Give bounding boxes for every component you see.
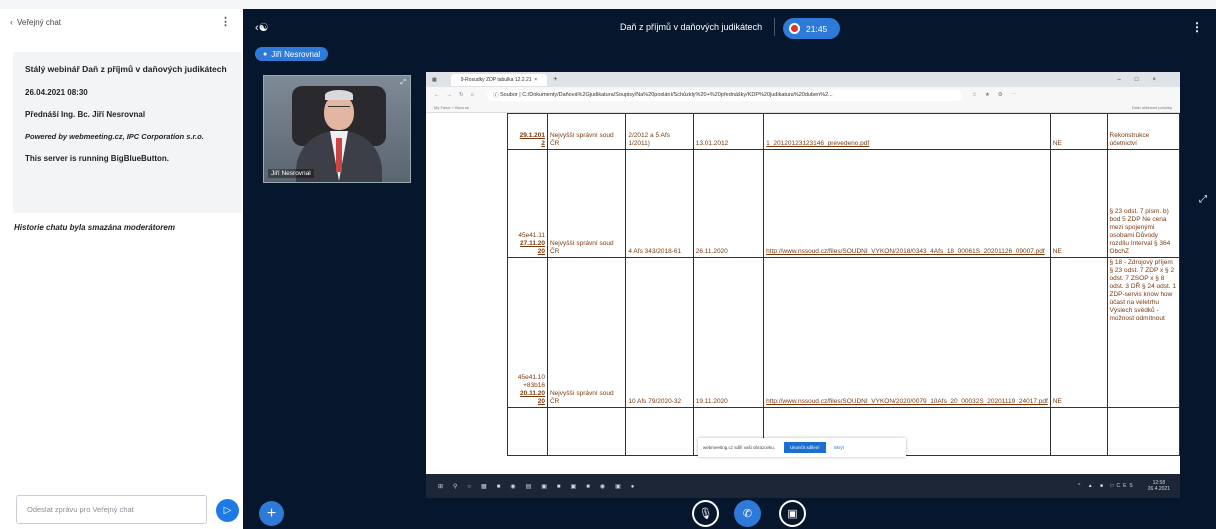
- audio-button[interactable]: ✆: [734, 500, 761, 527]
- table-cell: § 18 - Zdrojový příjem § 23 odst. 7 ZDP …: [1106, 257, 1180, 408]
- recording-indicator[interactable]: 21:45: [783, 18, 840, 39]
- welcome-powered: Powered by webmeeting.cz, IPC Corporatio…: [25, 132, 204, 141]
- mute-button[interactable]: 🎙: [692, 500, 719, 527]
- table-cell: 2/2012 a 5 Afs 1/2011): [625, 113, 694, 150]
- table-cell: 13.01.2012: [692, 113, 765, 150]
- recording-time: 21:45: [806, 23, 828, 34]
- taskbar-app-icons: ⊞⚲○▦■◉▤▣■▣■◉▣●: [438, 483, 645, 490]
- table-row: 45e41.10 +83b16 20.11.20 20 Nejvyšší správ…: [507, 257, 1180, 408]
- talking-indicator: ● Jiří Nesrovnal: [255, 47, 329, 61]
- browser-bookmarks: My Favor + Bora se Další oblíbené položk…: [426, 103, 1180, 113]
- window-controls: –□×: [1117, 76, 1170, 83]
- chevron-left-icon[interactable]: ‹: [10, 17, 13, 27]
- table-cell: 45e41.11 27.11.20 20: [507, 149, 548, 258]
- phone-icon: ✆: [742, 508, 753, 520]
- table-cell: [1106, 407, 1180, 456]
- welcome-date: 26.04.2021 08:30: [25, 88, 88, 97]
- fullscreen-icon[interactable]: ⤢: [1199, 194, 1207, 205]
- table-cell: Rekonstrukce účetnictví: [1106, 113, 1180, 150]
- table-cell: 1_20120123123146_prevedeno.pdf: [763, 113, 1051, 150]
- stop-sharing-button: Ukončit sdílení: [784, 442, 826, 453]
- table-cell: 26.11.2020: [692, 149, 765, 258]
- expand-icon[interactable]: ⤢: [400, 79, 406, 87]
- browser-scheme: Soubor: [499, 92, 518, 98]
- record-dot-icon: [789, 23, 800, 34]
- new-tab-icon: +: [553, 76, 558, 83]
- table-cell: 29.1.201 2: [507, 113, 548, 150]
- browser-tab-title: 9-Rosudky ZDP tabulka 12.2.21: [460, 76, 532, 83]
- browser-url: ⓘ Soubor | C:/Dokumenty/Daňová%2Gjudikat…: [486, 89, 962, 101]
- table-cell: [507, 407, 548, 456]
- table-cell: http://www.nssoud.cz/files/SOUDNI_VYKON/…: [763, 149, 1051, 258]
- chat-header: ‹ Veřejný chat ⋮: [0, 9, 243, 35]
- webcam-person-glasses: [328, 106, 350, 110]
- camera-off-icon: ▣: [787, 508, 798, 520]
- header-separator: [774, 18, 775, 36]
- bookmark-right: Další oblíbené položky: [1131, 105, 1172, 110]
- mic-muted-icon: 🎙: [698, 508, 713, 520]
- judgments-table: 29.1.201 2 Nejvyšší správní soud ČR 2/201…: [507, 113, 1180, 456]
- browser-tabbar: ▦ 9-Rosudky ZDP tabulka 12.2.21 × + –□×: [426, 72, 1180, 87]
- hide-notice-link: Skrýt: [833, 445, 844, 450]
- talker-name: Jiří Nesrovnal: [271, 49, 321, 59]
- chat-options-icon[interactable]: ⋮: [220, 15, 231, 28]
- browser-extension-icons: ☆★⚙⋯: [971, 92, 1025, 98]
- table-cell: NE: [1049, 149, 1108, 258]
- browser-nav-icons: ←→↻⌂: [434, 92, 481, 98]
- webcam-person-tie: [336, 138, 342, 172]
- taskbar-clock: 12:58 26.4.2021: [1147, 480, 1170, 492]
- welcome-message: Stálý webinář Daň z příjmů v daňových ju…: [13, 52, 242, 213]
- plus-icon: +: [266, 504, 277, 522]
- shared-screen: ▦ 9-Rosudky ZDP tabulka 12.2.21 × + –□× …: [426, 72, 1180, 498]
- welcome-presenter: Přednáší Ing. Bc. Jiří Nesrovnal: [25, 110, 146, 119]
- tray-icon: ^ ▲ ■ □CES: [1077, 483, 1136, 489]
- welcome-title: Stálý webinář Daň z příjmů v daňových ju…: [25, 64, 227, 74]
- webcam-name: Jiří Nesrovnal: [268, 169, 314, 178]
- table-cell: [546, 407, 627, 456]
- table-cell: 19.11.2020: [692, 257, 765, 408]
- browser-address: C:/Dokumenty/Daňová%2Gjudikatura/Soupisy…: [522, 92, 833, 98]
- chat-cleared-notice: Historie chatu byla smazána moderátorem: [14, 223, 175, 232]
- table-cell: Nejvyšší správní soud ČR: [546, 257, 627, 408]
- send-button[interactable]: ▷: [216, 499, 239, 522]
- browser-addressbar: ←→↻⌂ ⓘ Soubor | C:/Dokumenty/Daňová%2Gju…: [426, 87, 1180, 103]
- bookmark-left: My Favor + Bora se: [434, 105, 470, 110]
- welcome-server: This server is running BigBlueButton.: [25, 154, 170, 163]
- table-cell: Nejvyšší správní soud ČR: [546, 113, 627, 150]
- options-icon[interactable]: ⋮: [1191, 20, 1203, 34]
- main-area: ‹☯ Daň z příjmů v daňových judikátech 21…: [243, 9, 1216, 529]
- webcam-person-hair: [325, 90, 353, 100]
- windows-taskbar: ⊞⚲○▦■◉▤▣■▣■◉▣● ^ ▲ ■ □CES 12:58 26.4.2021: [426, 474, 1180, 498]
- top-strip: [0, 0, 1216, 9]
- browser-tab: 9-Rosudky ZDP tabulka 12.2.21 ×: [450, 73, 548, 86]
- table-row: 45e41.11 27.11.20 20 Nejvyšší správní soud…: [507, 149, 1180, 258]
- table-cell: 10 Afs 79/2020-32: [625, 257, 694, 408]
- screen-share-notice: webmeeting.cz sdílí vaši obrazovku. Ukon…: [698, 438, 906, 457]
- table-cell: http://www.nssoud.cz/files/SOUDNI_VYKON/…: [763, 257, 1051, 408]
- document-view: 29.1.201 2 Nejvyšší správní soud ČR 2/201…: [426, 113, 1180, 468]
- table-cell: 45e41.10 +83b16 20.11.20 20: [507, 257, 548, 408]
- table-cell: § 23 odst. 7 písm. b) bod 5 ZDP Ne cena …: [1106, 149, 1180, 258]
- notice-text: webmeeting.cz sdílí vaši obrazovku.: [703, 445, 776, 450]
- table-cell: NE: [1049, 113, 1108, 150]
- table-cell: [625, 407, 694, 456]
- table-cell: Nejvyšší správní soud ČR: [546, 149, 627, 258]
- table-cell: 4 Afs 343/2018-61: [625, 149, 694, 258]
- chat-message-input[interactable]: Odeslat zprávu pro Veřejný chat: [16, 495, 207, 524]
- table-cell: NE: [1049, 257, 1108, 408]
- webcam-video[interactable]: ⤢ Jiří Nesrovnal: [263, 75, 411, 183]
- chat-title[interactable]: Veřejný chat: [17, 18, 61, 27]
- mic-icon: ●: [263, 50, 268, 58]
- meeting-title: Daň z příjmů v daňových judikátech: [620, 22, 763, 32]
- table-cell: [1049, 407, 1108, 456]
- users-icon[interactable]: ‹☯: [255, 21, 269, 34]
- chat-panel: ‹ Veřejný chat ⋮ Stálý webinář Daň z pří…: [0, 9, 243, 529]
- send-icon: ▷: [223, 505, 232, 516]
- actions-button[interactable]: +: [259, 501, 284, 526]
- camera-button[interactable]: ▣: [779, 500, 806, 527]
- browser-sidebar-icon: ▦: [432, 76, 437, 83]
- table-row: 29.1.201 2 Nejvyšší správní soud ČR 2/201…: [507, 113, 1180, 150]
